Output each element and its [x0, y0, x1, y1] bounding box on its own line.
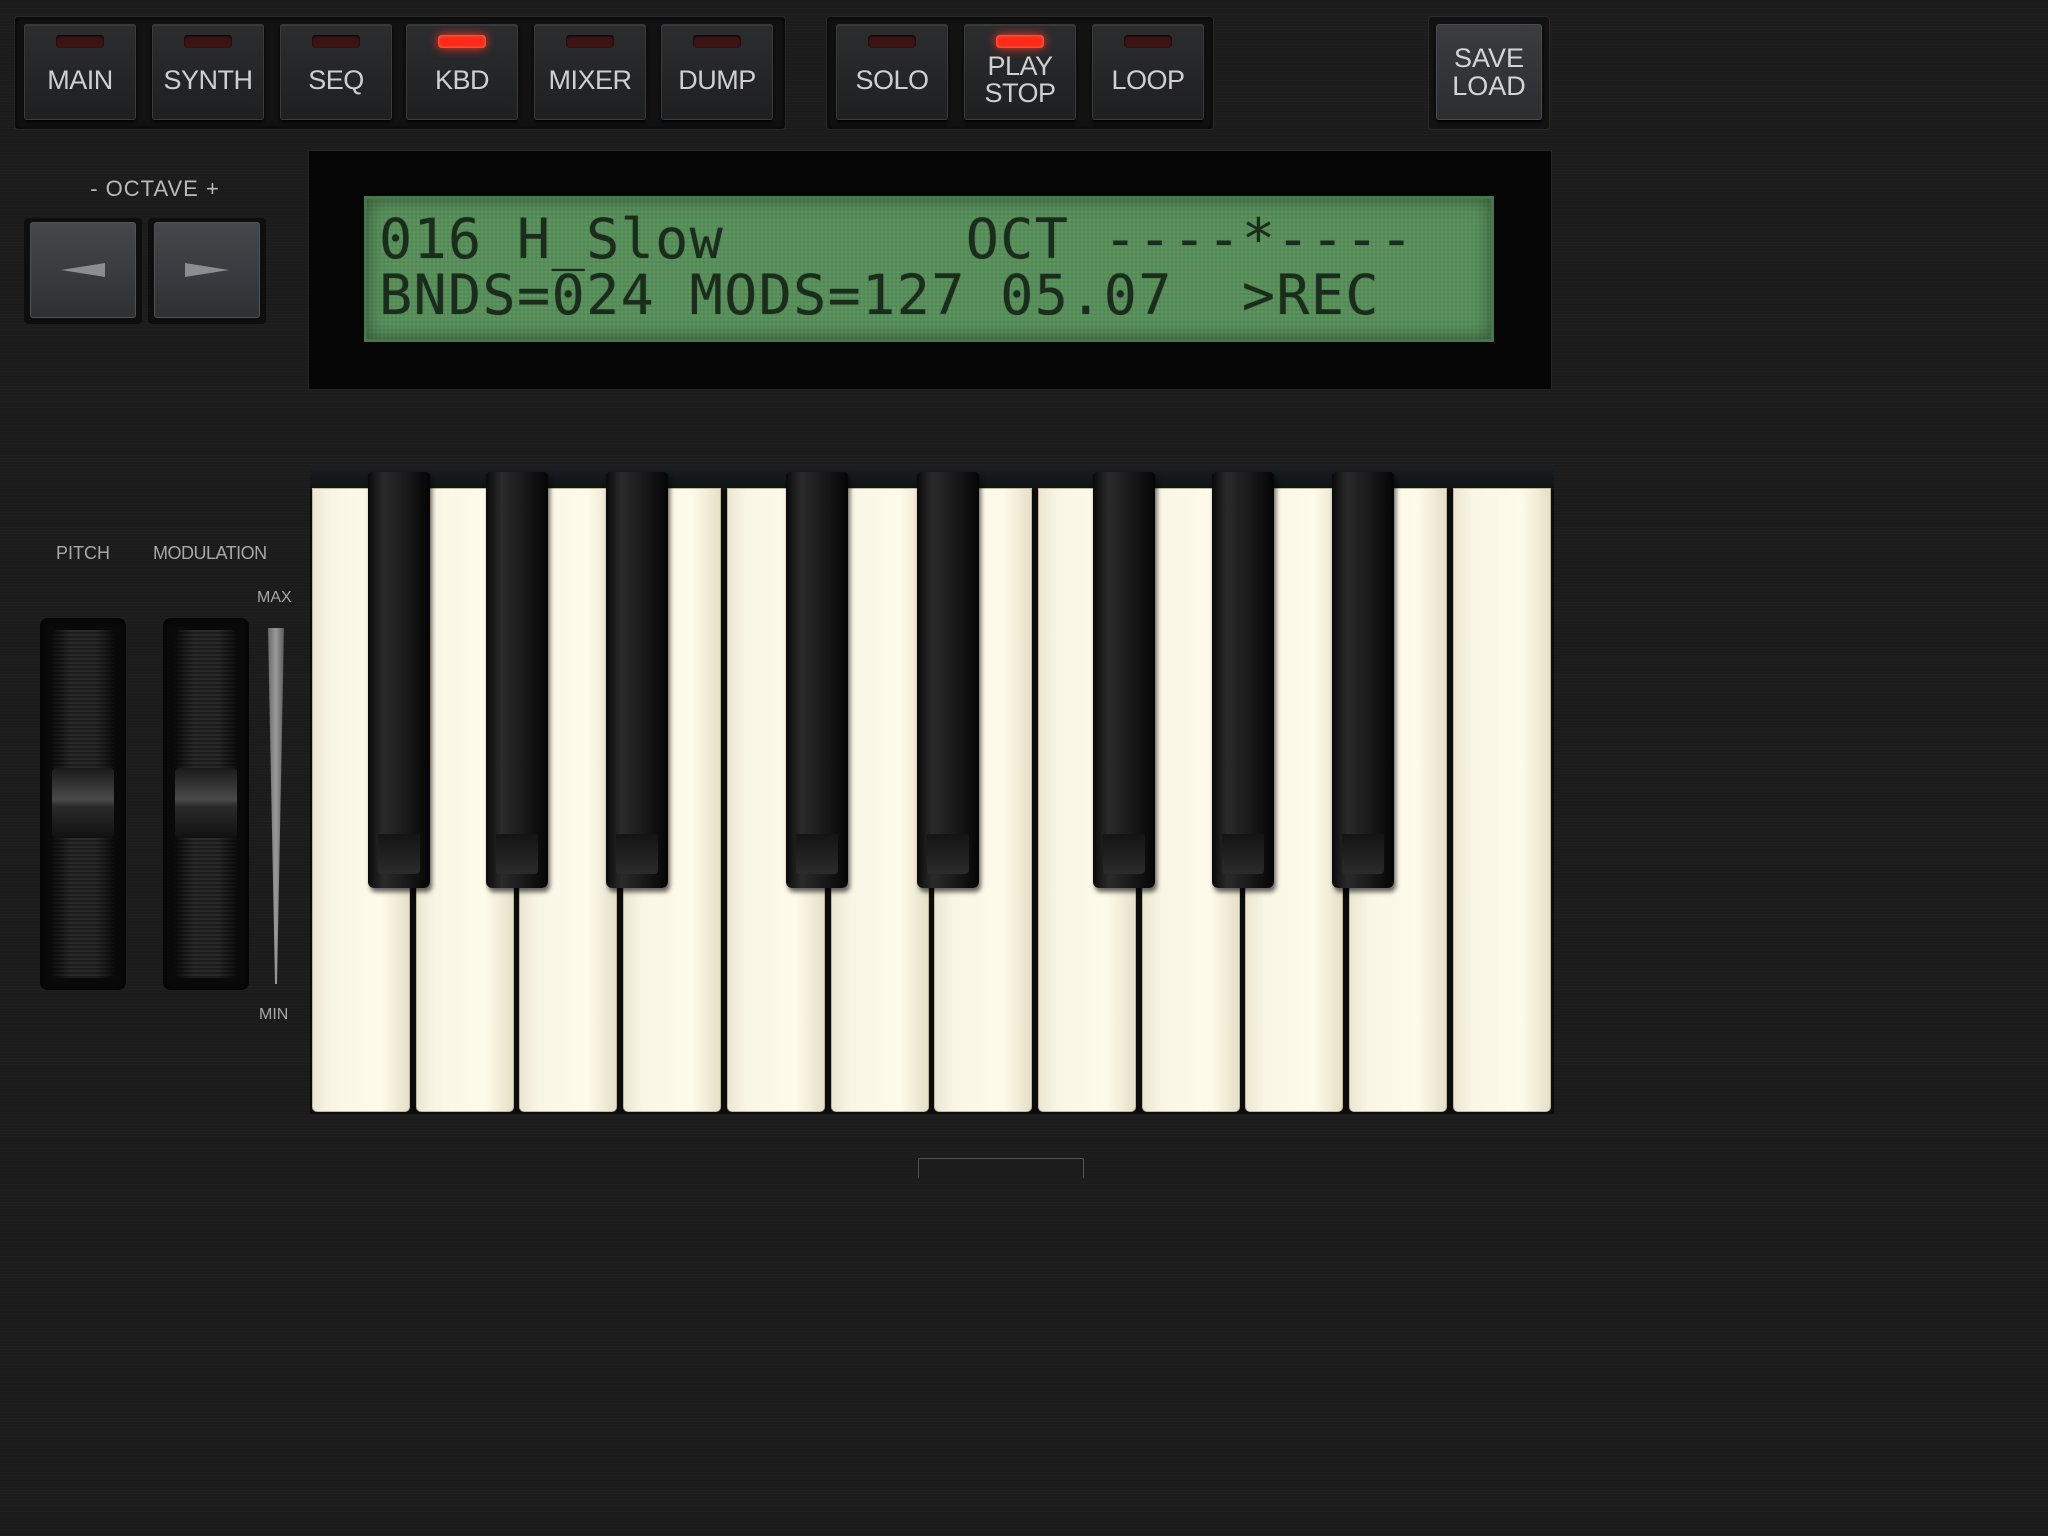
black-key[interactable]	[606, 472, 668, 888]
lcd-display: 016 H_Slow OCT ----*---- BNDS=024 MODS=1…	[364, 196, 1494, 342]
synth-led	[184, 35, 232, 48]
seq-button-label: SEQ	[308, 64, 364, 95]
solo-led	[868, 35, 916, 48]
black-key[interactable]	[1093, 472, 1155, 888]
kbd-button[interactable]: KBD	[406, 24, 518, 120]
left-triangle-icon	[61, 263, 105, 277]
play-label: PLAY	[987, 51, 1053, 81]
stop-label: STOP	[984, 78, 1056, 108]
seq-button[interactable]: SEQ	[280, 24, 392, 120]
main-button-label: MAIN	[47, 64, 113, 95]
mixer-button[interactable]: MIXER	[534, 24, 646, 120]
modulation-range-gauge	[268, 628, 284, 984]
dump-button-label: DUMP	[678, 64, 756, 95]
max-label: MAX	[257, 589, 292, 606]
black-key[interactable]	[786, 472, 848, 888]
synth-button-label: SYNTH	[163, 64, 253, 95]
dump-led	[693, 35, 741, 48]
solo-button-label: SOLO	[855, 64, 929, 95]
lcd-line-2: BNDS=024 MODS=127 05.07 >REC	[379, 263, 1380, 327]
loop-button-label: LOOP	[1111, 64, 1185, 95]
kbd-button-label: KBD	[434, 64, 490, 95]
right-triangle-icon	[185, 263, 229, 277]
save-load-label: SAVE LOAD	[1452, 44, 1526, 100]
black-key[interactable]	[1332, 472, 1394, 888]
seq-led	[312, 35, 360, 48]
play-stop-button-label: PLAY STOP	[984, 51, 1056, 108]
loop-button[interactable]: LOOP	[1092, 24, 1204, 120]
modulation-wheel[interactable]	[175, 630, 237, 978]
white-key[interactable]	[1453, 488, 1551, 1112]
save-load-button[interactable]: SAVE LOAD	[1436, 24, 1542, 120]
pitch-label: PITCH	[56, 543, 110, 563]
pitch-wheel[interactable]	[52, 630, 114, 978]
octave-down-button[interactable]	[30, 222, 136, 318]
dump-button[interactable]: DUMP	[661, 24, 773, 120]
modulation-wheel-notch	[175, 768, 237, 838]
save-label: SAVE	[1453, 43, 1525, 73]
play-stop-button[interactable]: PLAY STOP	[964, 24, 1076, 120]
solo-button[interactable]: SOLO	[836, 24, 948, 120]
play-stop-led	[996, 35, 1044, 48]
pitch-wheel-notch	[52, 768, 114, 838]
kbd-led	[438, 35, 486, 48]
black-key[interactable]	[1212, 472, 1274, 888]
loop-led	[1124, 35, 1172, 48]
synth-button[interactable]: SYNTH	[152, 24, 264, 120]
black-key[interactable]	[917, 472, 979, 888]
black-key[interactable]	[368, 472, 430, 888]
min-label: MIN	[259, 1006, 289, 1023]
mixer-button-label: MIXER	[548, 64, 632, 95]
mixer-led	[566, 35, 614, 48]
octave-up-button[interactable]	[154, 222, 260, 318]
load-label: LOAD	[1452, 71, 1526, 101]
lcd-line-1: 016 H_Slow OCT ----*----	[379, 207, 1415, 271]
main-led	[56, 35, 104, 48]
octave-label: - OCTAVE +	[90, 176, 220, 201]
main-button[interactable]: MAIN	[24, 24, 136, 120]
bottom-drawer-tab[interactable]	[918, 1158, 1084, 1178]
modulation-label: MODULATION	[153, 543, 267, 563]
black-key[interactable]	[486, 472, 548, 888]
